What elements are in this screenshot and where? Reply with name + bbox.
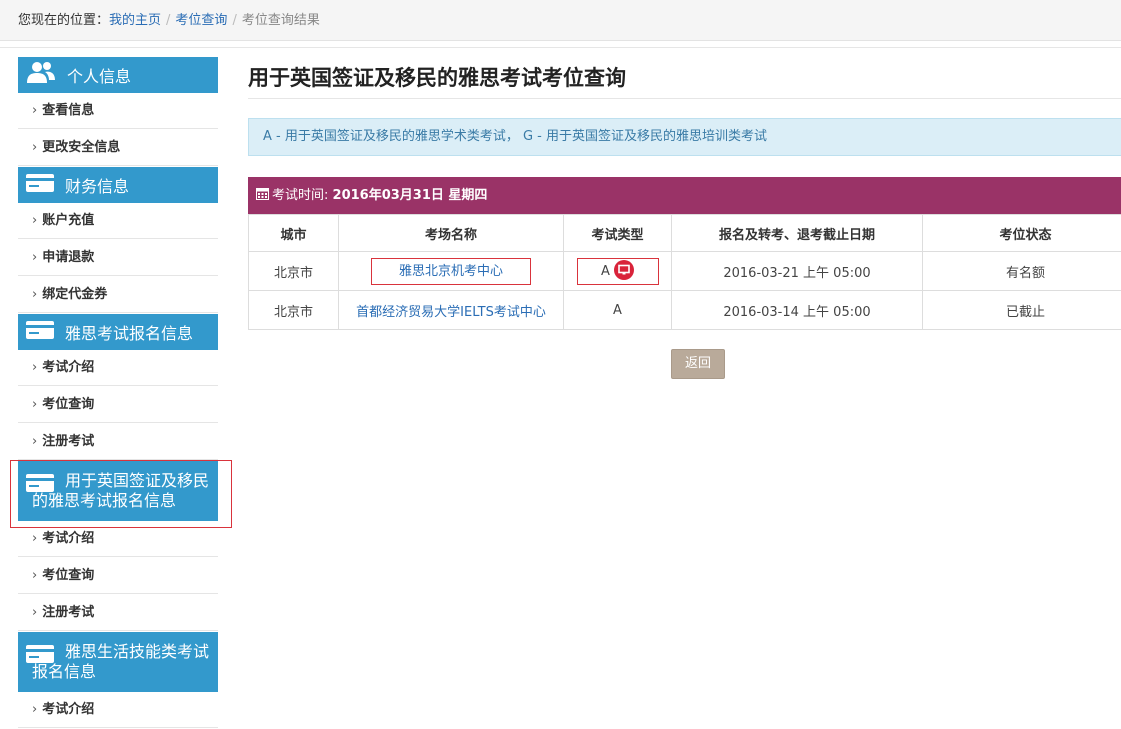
table-row: 北京市 首都经济贸易大学IELTS考试中心 A 2016-03-14 上午 05… bbox=[249, 291, 1121, 330]
highlight-box: 雅思北京机考中心 bbox=[371, 258, 531, 285]
sidebar-item-recharge[interactable]: › 账户充值 bbox=[18, 203, 218, 239]
cell-city: 北京市 bbox=[249, 252, 339, 291]
chevron-right-icon: › bbox=[32, 360, 37, 375]
sidebar-item-change-security[interactable]: › 更改安全信息 bbox=[18, 130, 218, 166]
sidebar-header-ukvi-registration[interactable]: 用于英国签证及移民的雅思考试报名信息 bbox=[18, 461, 218, 521]
sidebar-item-label: 查看信息 bbox=[42, 103, 94, 118]
sidebar-item-label: 账户充值 bbox=[42, 213, 94, 228]
chevron-right-icon: › bbox=[32, 605, 37, 620]
sidebar-item-seat-search[interactable]: › 考位查询 bbox=[18, 387, 218, 423]
column-header-center: 考场名称 bbox=[339, 215, 564, 252]
card-icon bbox=[25, 173, 55, 197]
users-icon bbox=[25, 61, 57, 89]
card-icon bbox=[25, 320, 55, 344]
sidebar-header-label: 财务信息 bbox=[65, 173, 129, 197]
calendar-icon bbox=[256, 178, 269, 215]
sidebar-item-exam-intro[interactable]: › 考试介绍 bbox=[18, 350, 218, 386]
breadcrumb-separator: / bbox=[227, 13, 241, 28]
sidebar-header-ielts-registration[interactable]: 雅思考试报名信息 bbox=[18, 314, 218, 350]
chevron-right-icon: › bbox=[32, 568, 37, 583]
sidebar-header-label: 用于英国签证及移民的雅思考试报名信息 bbox=[32, 471, 210, 511]
cell-city: 北京市 bbox=[249, 291, 339, 330]
sidebar-item-label: 注册考试 bbox=[42, 434, 94, 449]
back-button[interactable]: 返回 bbox=[671, 349, 725, 379]
sidebar-item-voucher[interactable]: › 绑定代金券 bbox=[18, 277, 218, 313]
table-header-row: 城市 考场名称 考试类型 报名及转考、退考截止日期 考位状态 bbox=[249, 215, 1121, 252]
chevron-right-icon: › bbox=[32, 702, 37, 717]
page-title: 用于英国签证及移民的雅思考试考位查询 bbox=[248, 57, 1121, 99]
card-icon bbox=[25, 473, 55, 498]
sidebar-item-ukvi-exam-intro[interactable]: › 考试介绍 bbox=[18, 521, 218, 557]
sidebar-item-life-skills-intro[interactable]: › 考试介绍 bbox=[18, 692, 218, 728]
chevron-right-icon: › bbox=[32, 250, 37, 265]
sidebar-header-finance[interactable]: 财务信息 bbox=[18, 167, 218, 203]
sidebar-item-label: 绑定代金券 bbox=[42, 287, 107, 302]
column-header-deadline: 报名及转考、退考截止日期 bbox=[672, 215, 923, 252]
cell-deadline: 2016-03-21 上午 05:00 bbox=[672, 252, 923, 291]
chevron-right-icon: › bbox=[32, 397, 37, 412]
sidebar-header-label: 雅思生活技能类考试报名信息 bbox=[32, 642, 210, 682]
chevron-right-icon: › bbox=[32, 434, 37, 449]
table-row: 北京市 雅思北京机考中心 A bbox=[249, 252, 1121, 291]
exam-table: 城市 考场名称 考试类型 报名及转考、退考截止日期 考位状态 北京市 雅思北京机… bbox=[248, 214, 1121, 330]
sidebar-item-label: 更改安全信息 bbox=[42, 140, 120, 155]
test-center-link[interactable]: 雅思北京机考中心 bbox=[399, 264, 503, 279]
exam-date-header: 考试时间: 2016年03月31日 星期四 bbox=[248, 177, 1121, 214]
chevron-right-icon: › bbox=[32, 140, 37, 155]
sidebar-item-label: 考试介绍 bbox=[42, 531, 94, 546]
sidebar: 个人信息 › 查看信息 › 更改安全信息 财务信息 › 账户充值 › 申请退款 › 绑定代… bbox=[18, 57, 218, 729]
cell-status: 已截止 bbox=[923, 291, 1121, 330]
cell-status: 有名额 bbox=[923, 252, 1121, 291]
breadcrumb-separator: / bbox=[161, 13, 175, 28]
sidebar-item-label: 考试介绍 bbox=[42, 702, 94, 717]
chevron-right-icon: › bbox=[32, 287, 37, 302]
sidebar-item-label: 考试介绍 bbox=[42, 360, 94, 375]
column-header-city: 城市 bbox=[249, 215, 339, 252]
chevron-right-icon: › bbox=[32, 213, 37, 228]
sidebar-item-label: 申请退款 bbox=[42, 250, 94, 265]
sidebar-item-refund[interactable]: › 申请退款 bbox=[18, 240, 218, 276]
column-header-status: 考位状态 bbox=[923, 215, 1121, 252]
exam-date-value: 2016年03月31日 星期四 bbox=[333, 188, 488, 203]
sidebar-header-life-skills[interactable]: 雅思生活技能类考试报名信息 bbox=[18, 632, 218, 692]
exam-date-label: 考试时间: bbox=[272, 188, 328, 203]
highlight-box: A bbox=[577, 258, 659, 285]
sidebar-item-view-info[interactable]: › 查看信息 bbox=[18, 93, 218, 129]
exam-type-value: A bbox=[601, 264, 610, 279]
sidebar-item-label: 考位查询 bbox=[42, 568, 94, 583]
cell-deadline: 2016-03-14 上午 05:00 bbox=[672, 291, 923, 330]
sidebar-item-label: 考位查询 bbox=[42, 397, 94, 412]
sidebar-item-label: 注册考试 bbox=[42, 605, 94, 620]
breadcrumb-link-seat-search[interactable]: 考位查询 bbox=[175, 13, 227, 28]
card-icon bbox=[25, 644, 55, 669]
breadcrumb: 您现在的位置：我的主页/考位查询/考位查询结果 bbox=[0, 0, 1121, 41]
main-content: 用于英国签证及移民的雅思考试考位查询 A - 用于英国签证及移民的雅思学术类考试… bbox=[248, 57, 1121, 99]
chevron-right-icon: › bbox=[32, 531, 37, 546]
exam-results: 考试时间: 2016年03月31日 星期四 城市 考场名称 考试类型 报名及转考… bbox=[248, 177, 1121, 330]
cell-type: A bbox=[564, 252, 672, 291]
breadcrumb-link-home[interactable]: 我的主页 bbox=[109, 13, 161, 28]
test-center-link[interactable]: 首都经济贸易大学IELTS考试中心 bbox=[356, 305, 546, 320]
chevron-right-icon: › bbox=[32, 103, 37, 118]
computer-exam-icon[interactable] bbox=[614, 260, 634, 280]
cell-center: 雅思北京机考中心 bbox=[339, 252, 564, 291]
sidebar-item-ukvi-seat-search[interactable]: › 考位查询 bbox=[18, 558, 218, 594]
cell-type: A bbox=[564, 291, 672, 330]
sidebar-header-personal-info[interactable]: 个人信息 bbox=[18, 57, 218, 93]
divider bbox=[0, 47, 1121, 48]
sidebar-header-label: 雅思考试报名信息 bbox=[65, 320, 193, 344]
sidebar-item-register-exam[interactable]: › 注册考试 bbox=[18, 424, 218, 460]
breadcrumb-prefix: 您现在的位置： bbox=[18, 13, 109, 28]
column-header-type: 考试类型 bbox=[564, 215, 672, 252]
breadcrumb-current: 考位查询结果 bbox=[242, 13, 320, 28]
sidebar-item-ukvi-register-exam[interactable]: › 注册考试 bbox=[18, 595, 218, 631]
cell-center: 首都经济贸易大学IELTS考试中心 bbox=[339, 291, 564, 330]
sidebar-header-label: 个人信息 bbox=[67, 63, 131, 87]
exam-type-info: A - 用于英国签证及移民的雅思学术类考试， G - 用于英国签证及移民的雅思培… bbox=[248, 118, 1121, 156]
